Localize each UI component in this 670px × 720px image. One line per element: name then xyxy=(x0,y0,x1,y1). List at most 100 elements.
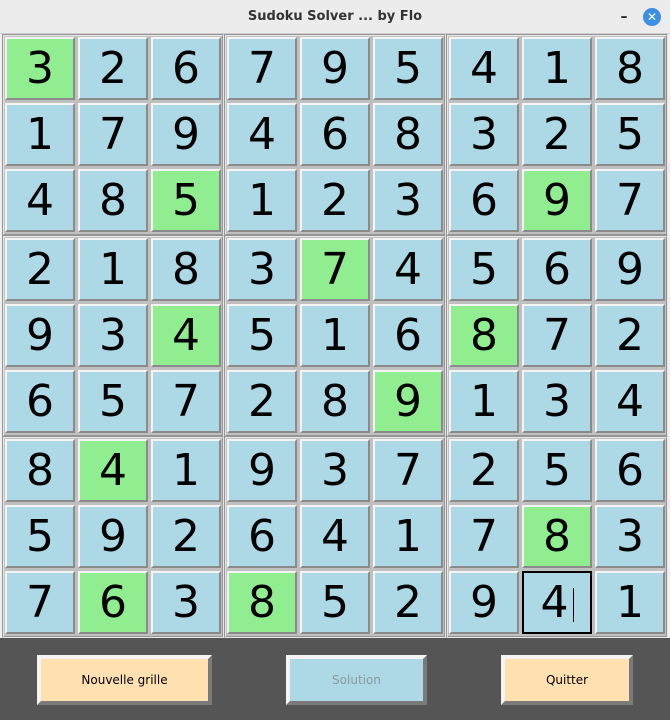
sudoku-cell-r3c8[interactable]: 9 xyxy=(522,169,592,232)
sudoku-cell-r2c4[interactable]: 4 xyxy=(227,103,297,166)
sudoku-cell-r6c1[interactable]: 6 xyxy=(5,370,75,433)
sudoku-cell-r9c5[interactable]: 5 xyxy=(300,571,370,634)
sudoku-cell-r1c6[interactable]: 5 xyxy=(373,37,443,100)
sudoku-cell-r9c9[interactable]: 1 xyxy=(595,571,665,634)
sudoku-cell-r4c7[interactable]: 5 xyxy=(449,238,519,301)
sudoku-cell-r9c6[interactable]: 2 xyxy=(373,571,443,634)
new-grid-button[interactable]: Nouvelle grille xyxy=(37,655,212,705)
sudoku-cell-r6c4[interactable]: 2 xyxy=(227,370,297,433)
sudoku-cell-r1c8[interactable]: 1 xyxy=(522,37,592,100)
sudoku-cell-r7c3[interactable]: 1 xyxy=(151,439,221,502)
sudoku-cell-r6c5[interactable]: 8 xyxy=(300,370,370,433)
sudoku-cell-r4c1[interactable]: 2 xyxy=(5,238,75,301)
sudoku-cell-r4c8[interactable]: 6 xyxy=(522,238,592,301)
sudoku-cell-r9c1[interactable]: 7 xyxy=(5,571,75,634)
sudoku-cell-r7c9[interactable]: 6 xyxy=(595,439,665,502)
sudoku-cell-r5c5[interactable]: 1 xyxy=(300,304,370,367)
sudoku-cell-r6c9[interactable]: 4 xyxy=(595,370,665,433)
text-caret xyxy=(572,588,574,622)
sudoku-cell-r9c2[interactable]: 6 xyxy=(78,571,148,634)
sudoku-cell-r7c1[interactable]: 8 xyxy=(5,439,75,502)
sudoku-cell-r9c4[interactable]: 8 xyxy=(227,571,297,634)
sudoku-cell-r7c6[interactable]: 7 xyxy=(373,439,443,502)
sudoku-cell-r3c5[interactable]: 2 xyxy=(300,169,370,232)
sudoku-cell-r2c9[interactable]: 5 xyxy=(595,103,665,166)
minimize-button[interactable]: – xyxy=(614,8,634,26)
sudoku-cell-r8c6[interactable]: 1 xyxy=(373,505,443,568)
sudoku-cell-r5c8[interactable]: 7 xyxy=(522,304,592,367)
sudoku-block-3: 418 325 697 xyxy=(446,34,668,236)
sudoku-cell-r3c2[interactable]: 8 xyxy=(78,169,148,232)
sudoku-cell-r6c7[interactable]: 1 xyxy=(449,370,519,433)
sudoku-cell-r3c4[interactable]: 1 xyxy=(227,169,297,232)
sudoku-block-1: 326 179 485 xyxy=(2,34,224,236)
sudoku-cell-r5c6[interactable]: 6 xyxy=(373,304,443,367)
sudoku-cell-r3c6[interactable]: 3 xyxy=(373,169,443,232)
sudoku-cell-r8c1[interactable]: 5 xyxy=(5,505,75,568)
sudoku-block-7: 841 592 763 xyxy=(2,436,224,638)
sudoku-cell-r7c8[interactable]: 5 xyxy=(522,439,592,502)
sudoku-cell-r6c6[interactable]: 9 xyxy=(373,370,443,433)
sudoku-cell-r6c8[interactable]: 3 xyxy=(522,370,592,433)
sudoku-cell-r8c8[interactable]: 8 xyxy=(522,505,592,568)
sudoku-cell-r7c2[interactable]: 4 xyxy=(78,439,148,502)
sudoku-cell-r2c6[interactable]: 8 xyxy=(373,103,443,166)
sudoku-cell-r2c5[interactable]: 6 xyxy=(300,103,370,166)
button-bar: Nouvelle grille Solution Quitter xyxy=(0,638,670,720)
sudoku-cell-r6c3[interactable]: 7 xyxy=(151,370,221,433)
sudoku-cell-r2c3[interactable]: 9 xyxy=(151,103,221,166)
close-button[interactable]: ✕ xyxy=(643,8,661,26)
sudoku-cell-r5c9[interactable]: 2 xyxy=(595,304,665,367)
sudoku-cell-r6c2[interactable]: 5 xyxy=(78,370,148,433)
sudoku-cell-r8c4[interactable]: 6 xyxy=(227,505,297,568)
sudoku-cell-r8c2[interactable]: 9 xyxy=(78,505,148,568)
sudoku-cell-r7c4[interactable]: 9 xyxy=(227,439,297,502)
sudoku-cell-r4c2[interactable]: 1 xyxy=(78,238,148,301)
sudoku-cell-r7c5[interactable]: 3 xyxy=(300,439,370,502)
sudoku-cell-r5c2[interactable]: 3 xyxy=(78,304,148,367)
sudoku-cell-r3c9[interactable]: 7 xyxy=(595,169,665,232)
sudoku-cell-r2c2[interactable]: 7 xyxy=(78,103,148,166)
sudoku-block-9: 256 783 941 xyxy=(446,436,668,638)
sudoku-cell-r4c3[interactable]: 8 xyxy=(151,238,221,301)
sudoku-cell-r5c1[interactable]: 9 xyxy=(5,304,75,367)
sudoku-board: 3261794857954681234183256972189346573745… xyxy=(0,34,670,638)
sudoku-cell-r2c1[interactable]: 1 xyxy=(5,103,75,166)
sudoku-block-2: 795 468 123 xyxy=(224,34,446,236)
sudoku-cell-r3c7[interactable]: 6 xyxy=(449,169,519,232)
quit-button[interactable]: Quitter xyxy=(501,655,633,705)
sudoku-cell-r9c8[interactable]: 4 xyxy=(522,571,592,634)
sudoku-cell-r8c7[interactable]: 7 xyxy=(449,505,519,568)
sudoku-cell-r8c9[interactable]: 3 xyxy=(595,505,665,568)
sudoku-cell-r5c4[interactable]: 5 xyxy=(227,304,297,367)
sudoku-cell-r1c1[interactable]: 3 xyxy=(5,37,75,100)
sudoku-cell-r1c2[interactable]: 2 xyxy=(78,37,148,100)
sudoku-cell-r5c3[interactable]: 4 xyxy=(151,304,221,367)
sudoku-cell-r3c1[interactable]: 4 xyxy=(5,169,75,232)
sudoku-block-6: 569 872 134 xyxy=(446,235,668,437)
window-title: Sudoku Solver ... by Flo xyxy=(247,9,423,24)
sudoku-cell-r1c3[interactable]: 6 xyxy=(151,37,221,100)
sudoku-cell-r1c4[interactable]: 7 xyxy=(227,37,297,100)
sudoku-cell-r1c9[interactable]: 8 xyxy=(595,37,665,100)
sudoku-cell-r8c5[interactable]: 4 xyxy=(300,505,370,568)
sudoku-cell-r8c3[interactable]: 2 xyxy=(151,505,221,568)
sudoku-block-4: 218 934 657 xyxy=(2,235,224,437)
solution-button[interactable]: Solution xyxy=(286,655,427,705)
sudoku-cell-r4c4[interactable]: 3 xyxy=(227,238,297,301)
sudoku-cell-r2c7[interactable]: 3 xyxy=(449,103,519,166)
sudoku-cell-r9c7[interactable]: 9 xyxy=(449,571,519,634)
title-bar: Sudoku Solver ... by Flo – ✕ xyxy=(0,0,670,34)
sudoku-cell-r7c7[interactable]: 2 xyxy=(449,439,519,502)
sudoku-cell-r4c5[interactable]: 7 xyxy=(300,238,370,301)
sudoku-block-5: 374 516 289 xyxy=(224,235,446,437)
sudoku-cell-r1c5[interactable]: 9 xyxy=(300,37,370,100)
sudoku-cell-r5c7[interactable]: 8 xyxy=(449,304,519,367)
sudoku-cell-r4c6[interactable]: 4 xyxy=(373,238,443,301)
sudoku-cell-r1c7[interactable]: 4 xyxy=(449,37,519,100)
sudoku-cell-r9c3[interactable]: 3 xyxy=(151,571,221,634)
sudoku-cell-r4c9[interactable]: 9 xyxy=(595,238,665,301)
sudoku-cell-r2c8[interactable]: 2 xyxy=(522,103,592,166)
sudoku-cell-r3c3[interactable]: 5 xyxy=(151,169,221,232)
sudoku-block-8: 937 641 852 xyxy=(224,436,446,638)
